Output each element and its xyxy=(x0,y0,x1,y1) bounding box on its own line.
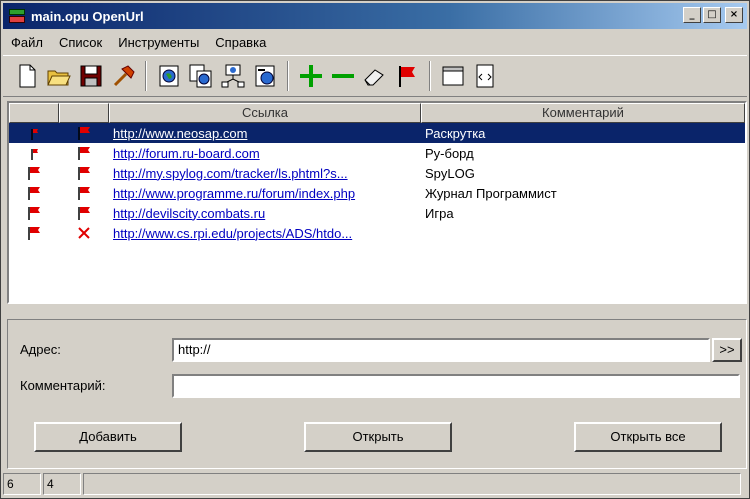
table-row[interactable]: http://www.programme.ru/forum/index.php Ж… xyxy=(9,183,745,203)
address-input[interactable]: http:// xyxy=(172,338,710,362)
go-button[interactable]: >> xyxy=(712,338,742,362)
menu-list[interactable]: Список xyxy=(51,35,110,50)
open-folder-icon[interactable] xyxy=(43,60,75,92)
table-row[interactable]: http://www.cs.rpi.edu/projects/ADS/htdo.… xyxy=(9,223,745,243)
flag-icon[interactable] xyxy=(9,166,59,180)
comment-input[interactable] xyxy=(172,374,740,398)
app-window: main.opu OpenUrl _ □ × Файл Список Инстр… xyxy=(0,0,750,499)
row-url-link[interactable]: http://my.spylog.com/tracker/ls.phtml?s.… xyxy=(113,166,348,181)
flag-icon[interactable] xyxy=(59,206,109,220)
window-frame-icon[interactable] xyxy=(437,60,469,92)
add-plus-icon[interactable] xyxy=(295,60,327,92)
flag-small-icon[interactable] xyxy=(9,126,59,140)
open-all-button[interactable]: Открыть все xyxy=(574,422,722,452)
row-comment: Раскрутка xyxy=(425,125,486,141)
table-row[interactable]: http://my.spylog.com/tracker/ls.phtml?s.… xyxy=(9,163,745,183)
toolbar-separator xyxy=(145,61,147,91)
status-bar: 6 4 xyxy=(3,473,747,497)
comment-label: Комментарий: xyxy=(20,378,106,393)
flag-icon[interactable] xyxy=(9,186,59,200)
status-message xyxy=(83,473,741,495)
menu-tools[interactable]: Инструменты xyxy=(110,35,207,50)
status-selected: 4 xyxy=(43,473,81,495)
list-rows: http://www.neosap.com Раскрутка http://for… xyxy=(9,123,745,243)
row-url-link[interactable]: http://www.programme.ru/forum/index.php xyxy=(113,186,355,201)
toolbar-separator xyxy=(287,61,289,91)
globe-network-icon[interactable] xyxy=(217,60,249,92)
close-button[interactable]: × xyxy=(725,7,743,23)
save-disk-icon[interactable] xyxy=(75,60,107,92)
row-url-link[interactable]: http://forum.ru-board.com xyxy=(113,146,260,161)
flag-icon[interactable] xyxy=(59,166,109,180)
toolbar xyxy=(3,55,747,97)
app-icon xyxy=(9,9,25,23)
menu-help[interactable]: Справка xyxy=(207,35,274,50)
menu-bar: Файл Список Инструменты Справка xyxy=(3,31,274,53)
window-title: main.opu OpenUrl xyxy=(31,8,144,24)
column-header-link[interactable]: Ссылка xyxy=(109,103,421,123)
new-document-icon[interactable] xyxy=(11,60,43,92)
maximize-button[interactable]: □ xyxy=(703,7,721,23)
page-code-icon[interactable] xyxy=(469,60,501,92)
table-row[interactable]: http://www.neosap.com Раскрутка xyxy=(9,123,745,143)
cross-icon[interactable] xyxy=(59,226,109,240)
row-comment: SpyLOG xyxy=(425,165,475,181)
open-button[interactable]: Открыть xyxy=(304,422,452,452)
row-comment: Игра xyxy=(425,205,454,221)
minimize-button[interactable]: _ xyxy=(683,7,701,23)
row-comment: Журнал Программист xyxy=(425,185,557,201)
hammer-icon[interactable] xyxy=(107,60,139,92)
eraser-icon[interactable] xyxy=(359,60,391,92)
add-button[interactable]: Добавить xyxy=(34,422,182,452)
red-flag-icon[interactable] xyxy=(391,60,423,92)
edit-panel: Адрес: http:// >> Комментарий: Добавить … xyxy=(7,319,747,469)
url-list[interactable]: Ссылка Комментарий http://www.neosap.com… xyxy=(7,101,747,304)
list-header: Ссылка Комментарий xyxy=(9,103,745,123)
flag-icon[interactable] xyxy=(59,186,109,200)
flag-icon[interactable] xyxy=(9,226,59,240)
globe-icon[interactable] xyxy=(153,60,185,92)
remove-minus-icon[interactable] xyxy=(327,60,359,92)
row-comment: Ру-борд xyxy=(425,145,474,161)
flag-icon[interactable] xyxy=(59,126,109,140)
flag-icon[interactable] xyxy=(9,206,59,220)
row-url-link[interactable]: http://www.neosap.com xyxy=(113,126,247,141)
column-header-flag2[interactable] xyxy=(59,103,109,123)
column-header-flag1[interactable] xyxy=(9,103,59,123)
flag-icon[interactable] xyxy=(59,146,109,160)
globe-copy-icon[interactable] xyxy=(185,60,217,92)
toolbar-separator xyxy=(429,61,431,91)
globe-page-icon[interactable] xyxy=(249,60,281,92)
row-url-link[interactable]: http://devilscity.combats.ru xyxy=(113,206,265,221)
address-label: Адрес: xyxy=(20,342,61,357)
column-header-comment[interactable]: Комментарий xyxy=(421,103,745,123)
table-row[interactable]: http://forum.ru-board.com Ру-борд xyxy=(9,143,745,163)
flag-small-icon[interactable] xyxy=(9,146,59,160)
status-count: 6 xyxy=(3,473,41,495)
row-url-link[interactable]: http://www.cs.rpi.edu/projects/ADS/htdo.… xyxy=(113,226,352,241)
title-bar[interactable]: main.opu OpenUrl _ □ × xyxy=(3,3,747,29)
table-row[interactable]: http://devilscity.combats.ru Игра xyxy=(9,203,745,223)
menu-file[interactable]: Файл xyxy=(3,35,51,50)
